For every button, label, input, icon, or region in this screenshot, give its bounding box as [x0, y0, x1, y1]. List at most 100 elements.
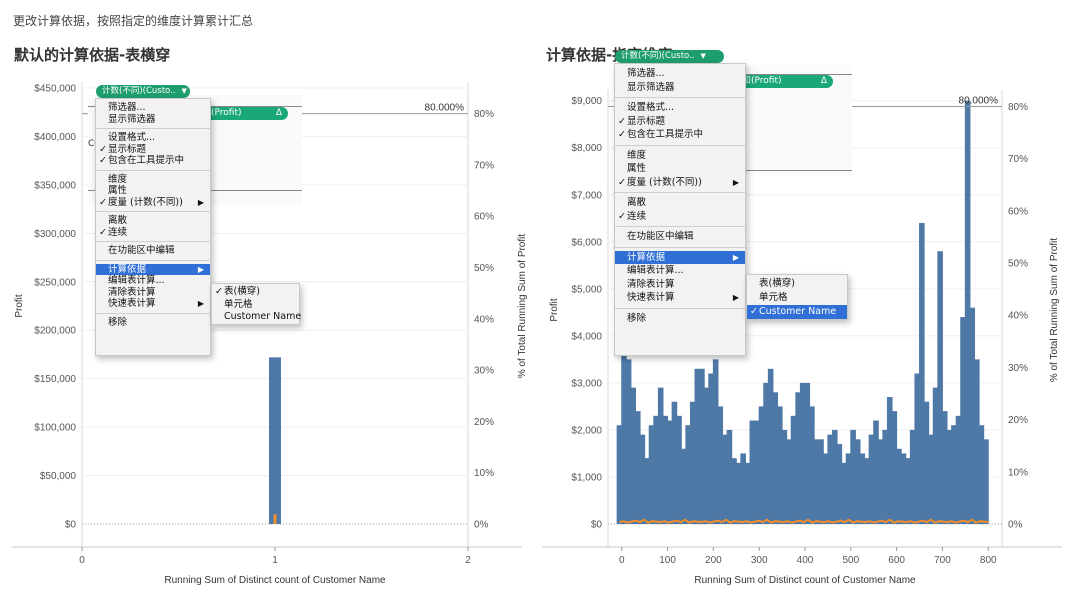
- right-measure-pill[interactable]: 计数(不同)(Custo.. ▼: [615, 50, 724, 63]
- menu-item[interactable]: 在功能区中编辑: [96, 245, 210, 257]
- menu-item[interactable]: 快速表计算 ▶: [96, 298, 210, 310]
- menu-item[interactable]: 清除表计算: [96, 287, 210, 299]
- left-chart-title: 默认的计算依据-表横穿: [14, 46, 171, 64]
- menu-item[interactable]: ✓ 包含在工具提示中: [615, 128, 745, 142]
- x-tick-label: 500: [842, 555, 859, 566]
- menu-item[interactable]: 设置格式...: [96, 132, 210, 144]
- submenu-item[interactable]: Customer Name: [212, 311, 301, 324]
- menu-item[interactable]: ✓ 显示标题: [96, 144, 210, 156]
- submenu-item-label: 表(横穿): [759, 278, 795, 289]
- submenu-item[interactable]: 单元格: [747, 291, 847, 305]
- menu-item[interactable]: ✓ 度量 (计数(不同)) ▶: [96, 197, 210, 209]
- x-tick-label: 0: [79, 555, 85, 566]
- menu-item[interactable]: 维度: [96, 174, 210, 186]
- x-tick-label: 2: [465, 555, 471, 566]
- menu-item[interactable]: ✓ 连续: [615, 210, 745, 224]
- menu-item-label: 计算依据: [108, 263, 147, 275]
- x-axis-title: Running Sum of Distinct count of Custome…: [164, 575, 386, 586]
- menu-item[interactable]: 离散: [96, 215, 210, 227]
- menu-item-label: 包含在工具提示中: [108, 155, 185, 166]
- menu-item-label: 离散: [627, 197, 647, 208]
- menu-item[interactable]: ✓ 连续: [96, 227, 210, 239]
- menu-item[interactable]: 编辑表计算...: [615, 264, 745, 278]
- x-tick-label: 600: [888, 555, 905, 566]
- menu-item-label: 移除: [627, 312, 647, 324]
- x-tick-label: 300: [751, 555, 768, 566]
- menu-item[interactable]: 在功能区中编辑: [615, 230, 745, 244]
- menu-item[interactable]: 编辑表计算...: [96, 275, 210, 287]
- check-icon: ✓: [99, 143, 107, 155]
- running-pct-mark: [273, 514, 277, 524]
- x-tick-label: 400: [797, 555, 814, 566]
- y2-tick-label: 60%: [474, 212, 494, 223]
- chevron-down-icon[interactable]: ▼: [182, 87, 187, 95]
- menu-item[interactable]: 属性: [96, 185, 210, 197]
- menu-item[interactable]: 显示筛选器: [96, 114, 210, 126]
- chevron-down-icon[interactable]: ▼: [701, 52, 706, 60]
- y-tick-label: $350,000: [34, 180, 76, 191]
- menu-item[interactable]: 维度: [615, 149, 745, 163]
- page-caption: 更改计算依据，按照指定的维度计算累计汇总: [13, 14, 254, 28]
- submenu-arrow-icon: ▶: [197, 264, 204, 274]
- menu-item[interactable]: 离散: [615, 196, 745, 210]
- submenu-item[interactable]: ✓ 表(横穿): [212, 286, 299, 299]
- menu-item-label: 快速表计算: [627, 292, 675, 303]
- submenu-item[interactable]: 表(横穿): [747, 277, 847, 291]
- menu-item-label: 包含在工具提示中: [627, 129, 704, 140]
- menu-item-label: 清除表计算: [627, 278, 675, 290]
- check-icon: ✓: [750, 306, 758, 317]
- menu-separator: [96, 128, 210, 129]
- x-tick-label: 100: [659, 555, 676, 566]
- check-icon: ✓: [99, 155, 107, 166]
- menu-item-label: 编辑表计算...: [108, 275, 165, 286]
- menu-item[interactable]: 快速表计算 ▶: [615, 291, 745, 305]
- menu-item[interactable]: 清除表计算: [615, 278, 745, 292]
- left-context-menu: 筛选器... 显示筛选器 设置格式... ✓ 显示标题 ✓ 包含在工具提示中 维度 属性 ✓ 度量 …: [95, 98, 211, 356]
- delta-icon: Δ: [275, 108, 282, 118]
- menu-separator: [615, 307, 745, 309]
- menu-item[interactable]: 筛选器...: [96, 102, 210, 114]
- y-tick-label: $200,000: [34, 326, 76, 337]
- x-tick-label: 700: [934, 555, 951, 566]
- submenu-item[interactable]: 单元格: [212, 299, 299, 312]
- right-context-menu: 筛选器... 显示筛选器 设置格式... ✓ 显示标题 ✓ 包含在工具提示中 维度 属性 ✓ 度量 …: [614, 63, 746, 356]
- left-measure-pill[interactable]: 计数(不同)(Custo.. ▼: [96, 85, 190, 98]
- menu-item[interactable]: 计算依据 ▶: [615, 250, 745, 264]
- menu-item[interactable]: 设置格式...: [615, 101, 745, 115]
- submenu-item-label: 表(横穿): [224, 286, 260, 297]
- menu-item-label: 清除表计算: [108, 286, 156, 298]
- y2-axis-title: % of Total Running Sum of Profit: [1049, 238, 1060, 383]
- menu-item[interactable]: 显示筛选器: [615, 81, 745, 95]
- y2-tick-label: 10%: [1008, 467, 1028, 478]
- y2-tick-label: 30%: [474, 366, 494, 377]
- menu-item[interactable]: 移除: [615, 312, 745, 326]
- menu-item-label: 度量 (计数(不同)): [627, 176, 702, 188]
- y-tick-label: $0: [591, 520, 603, 531]
- left-profit-pill[interactable]: 和(Profit) Δ: [200, 107, 288, 120]
- submenu-item[interactable]: ✓ Customer Name: [747, 305, 847, 319]
- x-tick-label: 0: [619, 555, 625, 566]
- right-profit-pill[interactable]: 和(Profit) Δ: [740, 75, 833, 88]
- submenu-arrow-icon: ▶: [197, 299, 204, 308]
- menu-item[interactable]: 计算依据 ▶: [96, 263, 210, 275]
- right-compute-using-submenu: 表(横穿) 单元格 ✓ Customer Name: [746, 274, 848, 320]
- menu-item[interactable]: 属性: [615, 162, 745, 176]
- menu-item[interactable]: 移除: [96, 317, 210, 329]
- check-icon: ✓: [618, 176, 626, 188]
- y2-tick-label: 60%: [1008, 206, 1028, 217]
- submenu-arrow-icon: ▶: [732, 293, 739, 302]
- menu-item[interactable]: ✓ 度量 (计数(不同)) ▶: [615, 176, 745, 190]
- menu-item-label: 离散: [108, 215, 128, 226]
- y2-tick-label: 40%: [1008, 311, 1028, 322]
- menu-separator: [96, 312, 210, 314]
- y-tick-label: $450,000: [34, 84, 76, 95]
- menu-item[interactable]: ✓ 包含在工具提示中: [96, 155, 210, 167]
- menu-item-label: 设置格式...: [108, 132, 156, 143]
- submenu-item-label: 单元格: [224, 298, 253, 310]
- menu-item[interactable]: 筛选器...: [615, 67, 745, 81]
- check-icon: ✓: [618, 210, 626, 222]
- submenu-arrow-icon: ▶: [732, 177, 739, 187]
- right-measure-pill-label: 计数(不同)(Custo..: [621, 51, 695, 61]
- menu-item[interactable]: ✓ 显示标题: [615, 115, 745, 129]
- y-tick-label: $9,000: [571, 96, 602, 107]
